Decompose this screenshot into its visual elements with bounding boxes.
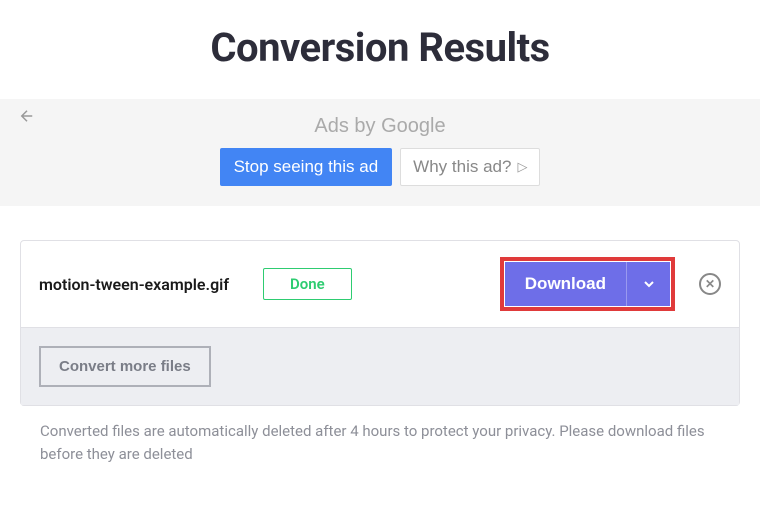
filename-text: motion-tween-example.gif: [39, 275, 229, 294]
ad-banner: Ads by Google Stop seeing this ad Why th…: [0, 99, 760, 206]
page-title: Conversion Results: [0, 0, 760, 99]
ad-header-text: Ads by Google: [314, 115, 445, 138]
google-logo: Google: [381, 115, 446, 137]
download-dropdown-button[interactable]: [626, 262, 670, 306]
stop-seeing-ad-button[interactable]: Stop seeing this ad: [220, 148, 393, 186]
download-button[interactable]: Download: [505, 262, 626, 306]
download-group-highlight: Download: [500, 257, 675, 311]
why-this-ad-button[interactable]: Why this ad? ▷: [400, 148, 540, 186]
convert-more-row: Convert more files: [21, 328, 739, 405]
convert-more-button[interactable]: Convert more files: [39, 346, 211, 387]
chevron-down-icon: [641, 276, 657, 292]
remove-file-button[interactable]: ✕: [699, 273, 721, 295]
why-ad-label: Why this ad?: [413, 157, 511, 177]
close-icon: ✕: [705, 278, 715, 290]
file-row: motion-tween-example.gif Done Download ✕: [21, 241, 739, 328]
status-badge: Done: [263, 268, 352, 300]
back-arrow-icon[interactable]: [18, 107, 36, 129]
footer-note: Converted files are automatically delete…: [20, 406, 740, 465]
results-card: motion-tween-example.gif Done Download ✕…: [20, 240, 740, 406]
adchoice-icon: ▷: [517, 159, 527, 175]
